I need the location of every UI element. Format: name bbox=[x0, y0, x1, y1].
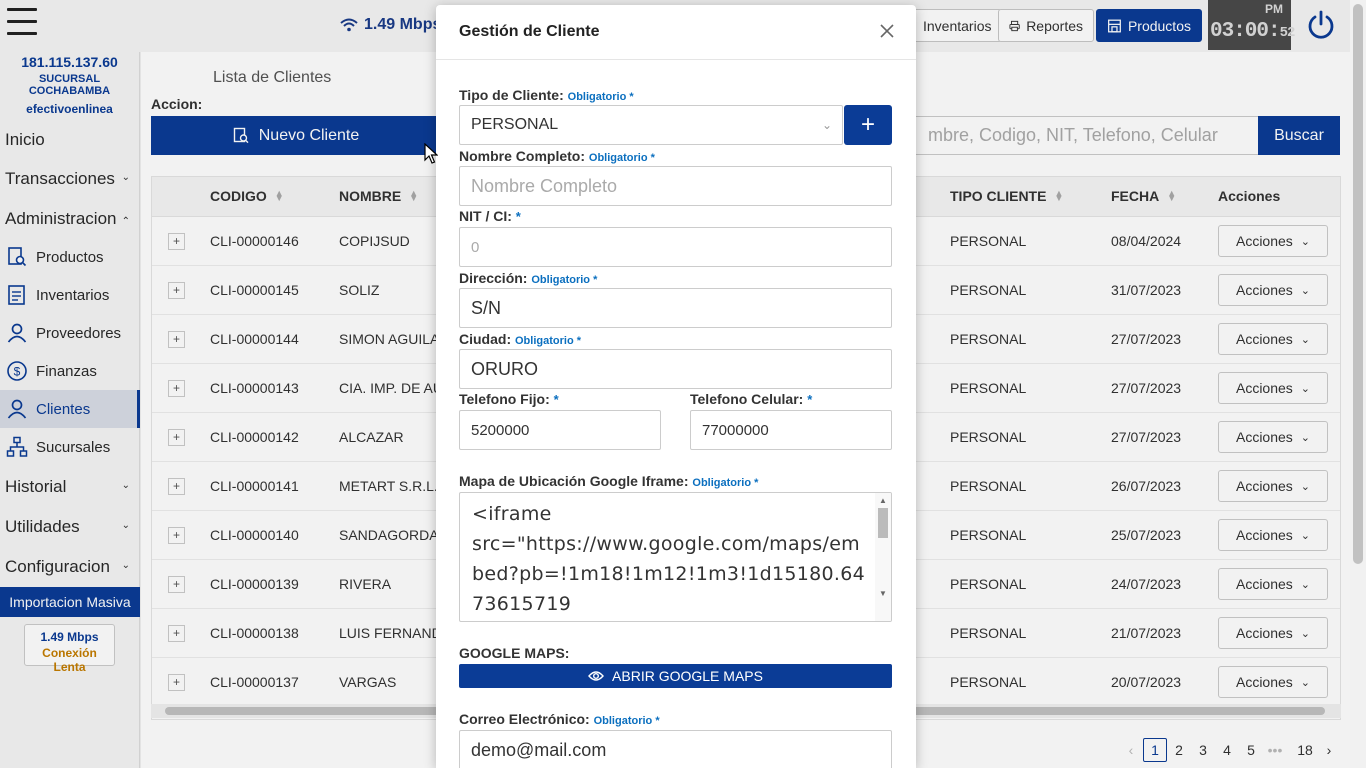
plus-icon: + bbox=[860, 111, 875, 138]
correo-label: Correo Electrónico: Obligatorio * bbox=[459, 711, 660, 727]
client-modal: Gestión de Cliente Tipo de Cliente: Obli… bbox=[436, 5, 916, 768]
required-tag: Obligatorio * bbox=[515, 335, 581, 347]
google-maps-label: GOOGLE MAPS: bbox=[459, 645, 570, 661]
scroll-down-icon[interactable]: ▼ bbox=[879, 589, 887, 598]
required-tag: Obligatorio * bbox=[593, 715, 660, 727]
open-google-maps-button[interactable]: ABRIR GOOGLE MAPS bbox=[459, 664, 892, 688]
mapa-iframe-textarea[interactable]: <iframe src="https://www.google.com/maps… bbox=[459, 492, 892, 622]
tipo-cliente-select[interactable]: PERSONAL ⌄ bbox=[459, 105, 843, 145]
ciudad-label: Ciudad: Obligatorio * bbox=[459, 331, 581, 347]
eye-icon bbox=[588, 671, 604, 681]
add-tipo-button[interactable]: + bbox=[844, 105, 892, 145]
nit-label: NIT / CI: * bbox=[459, 208, 521, 224]
scroll-up-icon[interactable]: ▲ bbox=[879, 496, 887, 505]
page-scrollbar[interactable] bbox=[1350, 0, 1366, 768]
direccion-input[interactable]: S/N bbox=[459, 288, 892, 328]
label-text: Mapa de Ubicación Google Iframe: bbox=[459, 473, 689, 489]
ciudad-input[interactable]: ORURO bbox=[459, 349, 892, 389]
mouse-cursor-icon bbox=[424, 143, 438, 164]
telefono-celular-input[interactable]: 77000000 bbox=[690, 410, 892, 450]
nombre-input[interactable]: Nombre Completo bbox=[459, 166, 892, 206]
required-star: * bbox=[553, 392, 559, 407]
textarea-scrollbar[interactable]: ▲ ▼ bbox=[875, 493, 891, 621]
textarea-content: <iframe src="https://www.google.com/maps… bbox=[472, 503, 866, 615]
label-text: Telefono Fijo: bbox=[459, 391, 550, 407]
label-text: Dirección: bbox=[459, 270, 528, 286]
telefono-fijo-label: Telefono Fijo: * bbox=[459, 391, 559, 407]
mapa-label: Mapa de Ubicación Google Iframe: Obligat… bbox=[459, 473, 758, 489]
label-text: Tipo de Cliente: bbox=[459, 87, 564, 103]
telefono-celular-label: Telefono Celular: * bbox=[690, 391, 812, 407]
correo-input[interactable]: demo@mail.com bbox=[459, 730, 892, 768]
direccion-label: Dirección: Obligatorio * bbox=[459, 270, 597, 286]
label-text: Correo Electrónico: bbox=[459, 711, 590, 727]
required-tag: Obligatorio * bbox=[692, 477, 759, 489]
close-icon[interactable] bbox=[879, 23, 895, 39]
telefono-fijo-input[interactable]: 5200000 bbox=[459, 410, 661, 450]
label-text: Ciudad: bbox=[459, 331, 512, 347]
modal-header: Gestión de Cliente bbox=[436, 5, 916, 60]
tipo-cliente-label: Tipo de Cliente: Obligatorio * bbox=[459, 87, 634, 103]
scrollbar-thumb[interactable] bbox=[1353, 4, 1363, 564]
label-text: Nombre Completo: bbox=[459, 148, 585, 164]
select-value: PERSONAL bbox=[471, 116, 559, 133]
chevron-down-icon: ⌄ bbox=[821, 118, 832, 132]
modal-title: Gestión de Cliente bbox=[459, 23, 600, 40]
scrollbar-thumb[interactable] bbox=[878, 508, 888, 538]
required-star: * bbox=[807, 392, 813, 407]
nombre-label: Nombre Completo: Obligatorio * bbox=[459, 148, 655, 164]
nit-input[interactable]: 0 bbox=[459, 227, 892, 267]
required-star: * bbox=[515, 209, 521, 224]
required-tag: Obligatorio * bbox=[567, 91, 634, 103]
label-text: NIT / CI: bbox=[459, 208, 512, 224]
required-tag: Obligatorio * bbox=[531, 274, 598, 286]
label-text: Telefono Celular: bbox=[690, 391, 804, 407]
required-tag: Obligatorio * bbox=[588, 152, 655, 164]
maps-button-label: ABRIR GOOGLE MAPS bbox=[612, 668, 763, 684]
